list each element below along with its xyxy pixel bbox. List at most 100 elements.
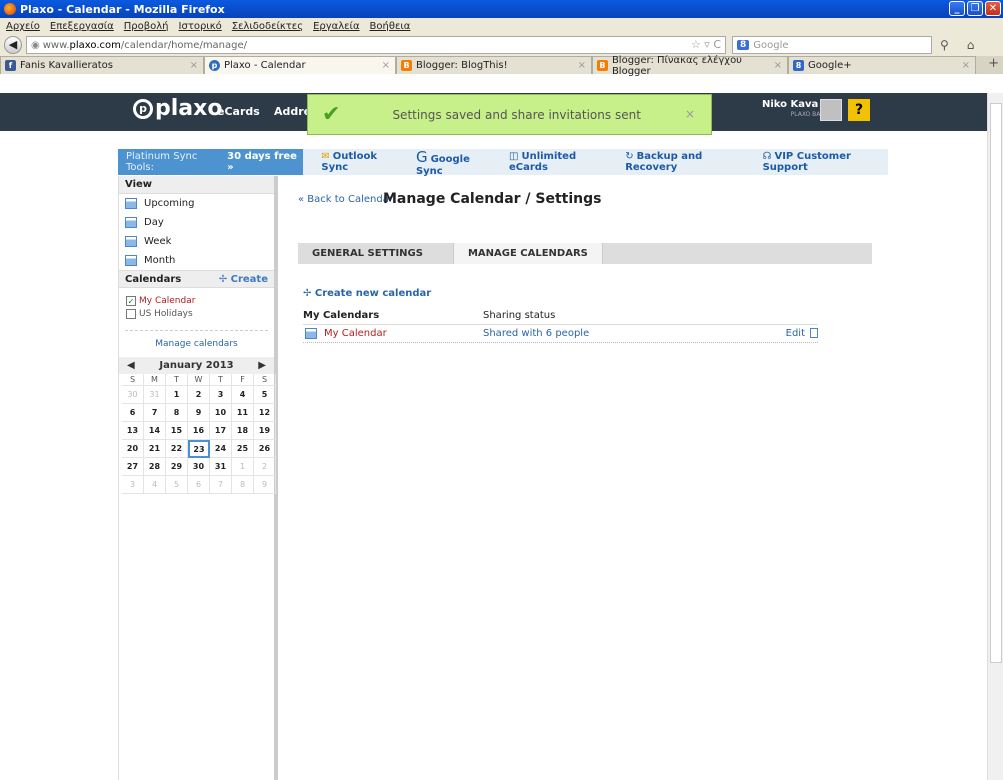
help-button[interactable]: ? <box>848 99 870 121</box>
google-sync-link[interactable]: G Google Sync <box>416 148 493 177</box>
calendar-name-link[interactable]: My Calendar <box>324 328 387 339</box>
google-search-icon[interactable]: 8 <box>737 40 750 50</box>
mini-calendar-day[interactable]: 16 <box>188 422 210 440</box>
checkbox-checked[interactable]: ✓ <box>126 295 136 306</box>
checkbox-unchecked[interactable] <box>126 308 136 319</box>
close-tab-icon[interactable]: × <box>578 60 586 71</box>
mini-calendar-day[interactable]: 5 <box>254 386 276 404</box>
mini-calendar-day[interactable]: 15 <box>166 422 188 440</box>
mini-calendar-day[interactable]: 20 <box>122 440 144 458</box>
browser-tab-blogger-dashboard[interactable]: B Blogger: Πίνακας ελέγχου Blogger × <box>592 55 788 77</box>
mini-calendar-day[interactable]: 5 <box>166 476 188 494</box>
back-to-calendar-link[interactable]: « Back to Calendar <box>298 194 393 205</box>
prev-month-icon[interactable]: ◀ <box>127 360 135 371</box>
minimize-button[interactable]: _ <box>949 1 965 16</box>
menu-tools[interactable]: Εργαλεία <box>313 21 359 32</box>
mini-calendar-day[interactable]: 29 <box>166 458 188 476</box>
next-month-icon[interactable]: ▶ <box>258 360 266 371</box>
mini-calendar-day[interactable]: 31 <box>144 386 166 404</box>
mini-calendar-day[interactable]: 13 <box>122 422 144 440</box>
restore-button[interactable]: ❐ <box>967 1 983 16</box>
mini-calendar-day[interactable]: 21 <box>144 440 166 458</box>
mini-calendar-day[interactable]: 25 <box>232 440 254 458</box>
mini-calendar-day[interactable]: 6 <box>122 404 144 422</box>
menu-view[interactable]: Προβολή <box>124 21 169 32</box>
close-window-button[interactable]: ✕ <box>985 1 1001 16</box>
menu-bookmarks[interactable]: Σελιδοδείκτες <box>232 21 303 32</box>
address-bar[interactable]: ◉ www. plaxo.com/calendar/home/manage/ ☆ … <box>26 36 726 54</box>
browser-tab-plaxo[interactable]: p Plaxo - Calendar × <box>204 56 396 74</box>
magnifier-icon[interactable]: ⚲ <box>940 38 949 52</box>
mini-calendar-day[interactable]: 8 <box>232 476 254 494</box>
mini-calendar-day[interactable]: 9 <box>254 476 276 494</box>
browser-tab-googleplus[interactable]: 8 Google+ × <box>788 56 976 74</box>
menu-history[interactable]: Ιστορικό <box>179 21 222 32</box>
browser-tab-blogthis[interactable]: B Blogger: BlogThis! × <box>396 56 592 74</box>
view-month[interactable]: Month <box>119 251 274 270</box>
trash-icon[interactable] <box>810 328 818 338</box>
close-tab-icon[interactable]: × <box>962 60 970 71</box>
mini-calendar-day[interactable]: 18 <box>232 422 254 440</box>
sharing-status-link[interactable]: Shared with 6 people <box>483 328 753 339</box>
view-upcoming[interactable]: Upcoming <box>119 194 274 213</box>
mini-calendar-day[interactable]: 2 <box>188 386 210 404</box>
mini-calendar-day[interactable]: 3 <box>210 386 232 404</box>
close-notification-button[interactable]: × <box>685 107 695 121</box>
calendar-toggle-my-calendar[interactable]: ✓ My Calendar <box>119 294 274 307</box>
search-input[interactable]: 8 Google <box>732 36 932 54</box>
page-scrollbar[interactable] <box>987 93 1003 780</box>
plaxo-logo[interactable]: p plaxo <box>133 96 222 121</box>
new-tab-button[interactable]: + <box>988 56 1003 74</box>
menu-help[interactable]: Βοήθεια <box>370 21 411 32</box>
mini-calendar-day[interactable]: 31 <box>210 458 232 476</box>
browser-tab-facebook[interactable]: f Fanis Kavallieratos × <box>0 56 204 74</box>
close-tab-icon[interactable]: × <box>382 60 390 71</box>
mini-calendar-day[interactable]: 3 <box>122 476 144 494</box>
mini-calendar-day[interactable]: 27 <box>122 458 144 476</box>
mini-calendar-day[interactable]: 10 <box>210 404 232 422</box>
mini-calendar-day[interactable]: 1 <box>232 458 254 476</box>
create-calendar-link[interactable]: ✢ Create <box>219 274 268 285</box>
platinum-promo[interactable]: Platinum Sync Tools: 30 days free » <box>118 149 304 175</box>
mini-calendar-day[interactable]: 22 <box>166 440 188 458</box>
avatar[interactable] <box>820 99 842 121</box>
close-tab-icon[interactable]: × <box>774 60 782 71</box>
bookmark-star-icon[interactable]: ☆ ▿ C <box>691 38 721 51</box>
menu-edit[interactable]: Επεξεργασία <box>50 21 114 32</box>
mini-calendar-day[interactable]: 6 <box>188 476 210 494</box>
mini-calendar-day[interactable]: 8 <box>166 404 188 422</box>
mini-calendar-today[interactable]: 23 <box>188 440 210 458</box>
mini-calendar-day[interactable]: 2 <box>254 458 276 476</box>
edit-calendar-link[interactable]: Edit <box>786 328 805 339</box>
nav-ecards[interactable]: eCards <box>217 105 260 118</box>
backup-recovery-link[interactable]: ↻ Backup and Recovery <box>625 151 746 173</box>
mini-calendar-day[interactable]: 4 <box>144 476 166 494</box>
vip-support-link[interactable]: ☊ VIP Customer Support <box>763 151 888 173</box>
view-day[interactable]: Day <box>119 213 274 232</box>
home-icon[interactable]: ⌂ <box>967 38 975 52</box>
tab-general-settings[interactable]: GENERAL SETTINGS <box>298 243 437 264</box>
mini-calendar-day[interactable]: 28 <box>144 458 166 476</box>
view-week[interactable]: Week <box>119 232 274 251</box>
mini-calendar-day[interactable]: 7 <box>210 476 232 494</box>
mini-calendar-day[interactable]: 26 <box>254 440 276 458</box>
mini-calendar-day[interactable]: 19 <box>254 422 276 440</box>
mini-calendar-day[interactable]: 7 <box>144 404 166 422</box>
mini-calendar-day[interactable]: 11 <box>232 404 254 422</box>
calendar-toggle-us-holidays[interactable]: US Holidays <box>119 307 274 320</box>
create-new-calendar-link[interactable]: ✢ Create new calendar <box>303 288 431 299</box>
mini-calendar-day[interactable]: 9 <box>188 404 210 422</box>
scrollbar-thumb[interactable] <box>990 103 1002 663</box>
mini-calendar-day[interactable]: 12 <box>254 404 276 422</box>
mini-calendar-day[interactable]: 30 <box>122 386 144 404</box>
close-tab-icon[interactable]: × <box>190 60 198 71</box>
mini-calendar-day[interactable]: 1 <box>166 386 188 404</box>
mini-calendar-day[interactable]: 24 <box>210 440 232 458</box>
tab-manage-calendars[interactable]: MANAGE CALENDARS <box>452 243 603 264</box>
manage-calendars-link[interactable]: Manage calendars <box>125 330 268 354</box>
mini-calendar-day[interactable]: 17 <box>210 422 232 440</box>
mini-calendar-day[interactable]: 30 <box>188 458 210 476</box>
outlook-sync-link[interactable]: ✉ Outlook Sync <box>321 151 400 173</box>
back-button[interactable]: ◀ <box>4 36 22 54</box>
mini-calendar-day[interactable]: 4 <box>232 386 254 404</box>
